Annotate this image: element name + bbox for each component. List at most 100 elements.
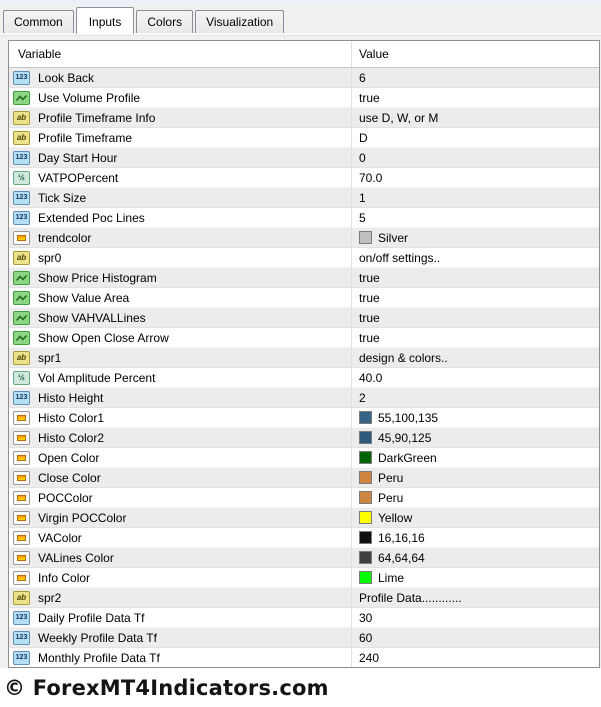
value-text: 1 [359, 191, 366, 205]
value-cell[interactable]: 1 [351, 188, 599, 208]
bool-type-icon [13, 291, 30, 305]
input-row[interactable]: Histo Color155,100,135 [9, 408, 599, 428]
input-row[interactable]: Show VAHVALLines true [9, 308, 599, 328]
value-cell[interactable]: design & colors.. [351, 348, 599, 368]
input-row[interactable]: abspr0on/off settings.. [9, 248, 599, 268]
tab-visualization[interactable]: Visualization [195, 10, 284, 33]
value-text: 0 [359, 151, 366, 165]
input-row[interactable]: VALines Color64,64,64 [9, 548, 599, 568]
value-cell[interactable]: 45,90,125 [351, 428, 599, 448]
value-text: on/off settings.. [359, 251, 440, 265]
variable-cell: Show VAHVALLines [9, 308, 351, 328]
value-cell[interactable]: 60 [351, 628, 599, 648]
variable-name: Histo Color2 [38, 431, 104, 445]
input-row[interactable]: 123Extended Poc Lines 5 [9, 208, 599, 228]
value-cell[interactable]: true [351, 308, 599, 328]
value-text: Yellow [378, 511, 412, 525]
input-row[interactable]: 123Daily Profile Data Tf30 [9, 608, 599, 628]
tab-inputs[interactable]: Inputs [76, 7, 135, 34]
input-row[interactable]: ½Vol Amplitude Percent40.0 [9, 368, 599, 388]
input-row[interactable]: abProfile Timeframe Infouse D, W, or M [9, 108, 599, 128]
value-cell[interactable]: DarkGreen [351, 448, 599, 468]
input-row[interactable]: 123Histo Height2 [9, 388, 599, 408]
variable-name: Daily Profile Data Tf [38, 611, 144, 625]
variable-name: Day Start Hour [38, 151, 117, 165]
column-header-variable: Variable [9, 41, 351, 67]
value-text: 2 [359, 391, 366, 405]
value-cell[interactable]: Profile Data............ [351, 588, 599, 608]
value-text: 5 [359, 211, 366, 225]
value-cell[interactable]: 240 [351, 648, 599, 668]
input-row[interactable]: Show Price Histogram true [9, 268, 599, 288]
value-text: Peru [378, 491, 403, 505]
input-row[interactable]: Close ColorPeru [9, 468, 599, 488]
value-cell[interactable]: Peru [351, 468, 599, 488]
variable-cell: 123Extended Poc Lines [9, 208, 351, 228]
tab-colors[interactable]: Colors [136, 10, 193, 33]
tab-common[interactable]: Common [3, 10, 74, 33]
input-row[interactable]: 123Monthly Profile Data Tf240 [9, 648, 599, 668]
value-text: DarkGreen [378, 451, 437, 465]
value-text: Silver [378, 231, 408, 245]
input-row[interactable]: Open Color DarkGreen [9, 448, 599, 468]
value-cell[interactable]: 40.0 [351, 368, 599, 388]
value-cell[interactable]: 16,16,16 [351, 528, 599, 548]
input-row[interactable]: abspr2Profile Data............ [9, 588, 599, 608]
double-type-icon: ½ [13, 371, 30, 385]
value-cell[interactable]: Silver [351, 228, 599, 248]
value-cell[interactable]: true [351, 268, 599, 288]
value-cell[interactable]: true [351, 88, 599, 108]
color-type-icon [13, 471, 30, 485]
variable-name: Monthly Profile Data Tf [38, 651, 160, 665]
value-cell[interactable]: true [351, 288, 599, 308]
input-row[interactable]: Info ColorLime [9, 568, 599, 588]
value-cell[interactable]: 30 [351, 608, 599, 628]
value-cell[interactable]: Lime [351, 568, 599, 588]
input-row[interactable]: Use Volume Profiletrue [9, 88, 599, 108]
input-row[interactable]: Show Value Areatrue [9, 288, 599, 308]
value-cell[interactable]: use D, W, or M [351, 108, 599, 128]
variable-cell: VALines Color [9, 548, 351, 568]
value-cell[interactable]: 70.0 [351, 168, 599, 188]
input-row[interactable]: Histo Color2 45,90,125 [9, 428, 599, 448]
input-row[interactable]: abProfile TimeframeD [9, 128, 599, 148]
value-text: 16,16,16 [378, 531, 425, 545]
input-row[interactable]: 123Day Start Hour0 [9, 148, 599, 168]
input-row[interactable]: Virgin POCColorYellow [9, 508, 599, 528]
inputs-table: Variable Value 123Look Back6Use Volume P… [8, 40, 600, 668]
input-row[interactable]: trendcolorSilver [9, 228, 599, 248]
value-cell[interactable]: 5 [351, 208, 599, 228]
value-cell[interactable]: on/off settings.. [351, 248, 599, 268]
value-text: true [359, 311, 380, 325]
value-cell[interactable]: D [351, 128, 599, 148]
input-row[interactable]: ½VATPOPercent70.0 [9, 168, 599, 188]
variable-cell: Open Color [9, 448, 351, 468]
value-cell[interactable]: 6 [351, 68, 599, 88]
variable-name: Show Price Histogram [38, 271, 157, 285]
variable-name: spr1 [38, 351, 61, 365]
value-cell[interactable]: 64,64,64 [351, 548, 599, 568]
value-cell[interactable]: Yellow [351, 508, 599, 528]
variable-cell: Show Open Close Arrow [9, 328, 351, 348]
input-row[interactable]: Show Open Close Arrowtrue [9, 328, 599, 348]
double-type-icon: ½ [13, 171, 30, 185]
color-swatch [359, 511, 372, 524]
value-text: true [359, 271, 380, 285]
value-cell[interactable]: 55,100,135 [351, 408, 599, 428]
value-cell[interactable]: true [351, 328, 599, 348]
input-row[interactable]: 123Look Back6 [9, 68, 599, 88]
input-row[interactable]: VAColor16,16,16 [9, 528, 599, 548]
tab-bar: CommonInputsColorsVisualization [3, 4, 286, 33]
value-cell[interactable]: 2 [351, 388, 599, 408]
variable-name: Profile Timeframe Info [38, 111, 155, 125]
value-text: Peru [378, 471, 403, 485]
input-row[interactable]: POCColorPeru [9, 488, 599, 508]
variable-name: Extended Poc Lines [38, 211, 145, 225]
value-cell[interactable]: 0 [351, 148, 599, 168]
value-cell[interactable]: Peru [351, 488, 599, 508]
color-type-icon [13, 491, 30, 505]
variable-name: Look Back [38, 71, 94, 85]
input-row[interactable]: abspr1design & colors.. [9, 348, 599, 368]
input-row[interactable]: 123Weekly Profile Data Tf60 [9, 628, 599, 648]
input-row[interactable]: 123Tick Size1 [9, 188, 599, 208]
